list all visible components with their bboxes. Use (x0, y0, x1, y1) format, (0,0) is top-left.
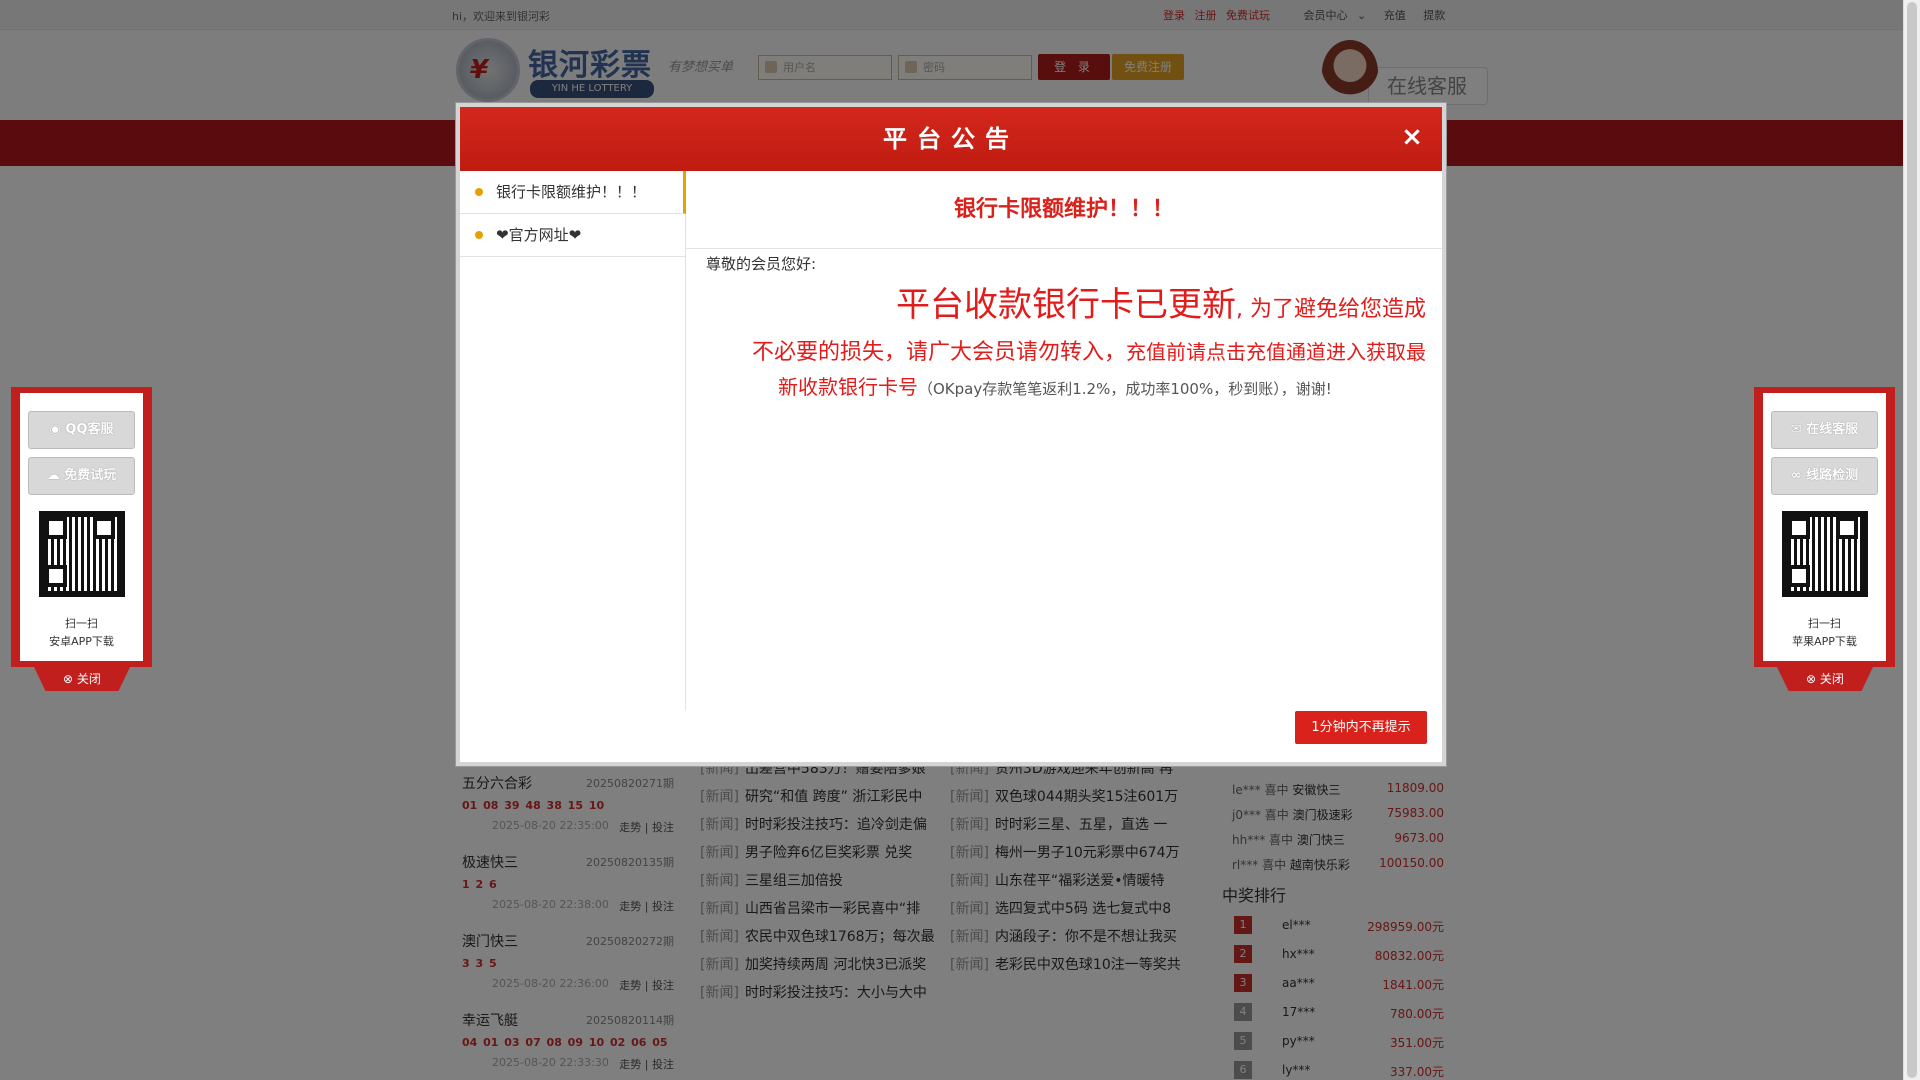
close-label: 关闭 (1819, 672, 1844, 686)
scan-label: 扫一扫 (65, 617, 98, 630)
announcement-item-label: ❤官方网址❤ (496, 226, 582, 244)
qq-service-label: QQ客服 (65, 422, 114, 437)
scan-label: 扫一扫 (1808, 617, 1841, 630)
scrollbar-thumb[interactable] (1907, 2, 1917, 1078)
android-download-label: 安卓APP下载 (49, 635, 114, 648)
line-check-button[interactable]: ∞ 线路检测 (1771, 457, 1878, 495)
qr-finder-pattern (1788, 517, 1810, 539)
close-icon: ⊗ (63, 672, 77, 686)
close-icon: ⊗ (1806, 672, 1820, 686)
highlight-text: 平台收款银行卡已更新 (896, 285, 1236, 325)
qq-icon: ◉ (49, 422, 66, 437)
announcement-greeting: 尊敬的会员您好: (706, 255, 817, 273)
announcement-list: 银行卡限额维护！！！ ❤官方网址❤ (460, 171, 686, 711)
bullet-icon (475, 231, 483, 239)
announcement-text: 充值前请点击充值通道进入获取最 (1126, 340, 1426, 364)
line-check-label: 线路检测 (1806, 468, 1859, 483)
free-trial-side-button[interactable]: ☁ 免费试玩 (28, 457, 135, 495)
right-panel-close[interactable]: ⊗ 关闭 (1777, 667, 1873, 691)
announcement-line-3: 新收款银行卡号（OKpay存款笔笔返利1.2%，成功率100%，秒到账），谢谢! (706, 374, 1426, 403)
announcement-text: 新收款银行卡号 (778, 375, 918, 399)
qr-finder-pattern (45, 565, 67, 587)
announcement-item-label: 银行卡限额维护！！！ (496, 183, 647, 201)
bonus-note: （OKpay存款笔笔返利1.2%，成功率100%，秒到账），谢谢! (918, 380, 1332, 398)
chat-icon: ✉ (1790, 422, 1807, 437)
announcement-modal: 平台公告 × 银行卡限额维护！！！ ❤官方网址❤ 银行卡限额维护！！！ 尊敬的会… (456, 103, 1446, 766)
qr-finder-pattern (45, 517, 67, 539)
online-service-side-button[interactable]: ✉ 在线客服 (1771, 411, 1878, 449)
dismiss-one-minute-button[interactable]: 1分钟内不再提示 (1295, 711, 1427, 744)
left-panel-close[interactable]: ⊗ 关闭 (34, 667, 130, 691)
vertical-scrollbar[interactable] (1903, 0, 1920, 1080)
announcement-body: 尊敬的会员您好: 平台收款银行卡已更新, 为了避免给您造成 不必要的损失，请广大… (706, 249, 1426, 403)
free-trial-label: 免费试玩 (64, 468, 117, 483)
announcement-text: , 为了避免给您造成 (1236, 297, 1426, 322)
ios-qr-code (1782, 511, 1868, 597)
announcement-line-2: 不必要的损失，请广大会员请勿转入，充值前请点击充值通道进入获取最 (706, 333, 1426, 374)
qr-finder-pattern (1788, 565, 1810, 587)
close-label: 关闭 (76, 672, 101, 686)
qr-finder-pattern (93, 517, 115, 539)
wechat-icon: ☁ (46, 468, 65, 483)
announcement-item[interactable]: 银行卡限额维护！！！ (460, 171, 686, 214)
left-side-panel: ◉ QQ客服 ☁ 免费试玩 扫一扫 安卓APP下载 (11, 387, 152, 667)
announcement-item[interactable]: ❤官方网址❤ (460, 214, 686, 257)
modal-title: 平台公告 (460, 107, 1442, 171)
android-qr-code (39, 511, 125, 597)
warning-text: 不必要的损失，请广大会员请勿转入， (751, 340, 1126, 365)
bullet-icon (475, 188, 483, 196)
qr-finder-pattern (1836, 517, 1858, 539)
close-icon[interactable]: × (1398, 123, 1426, 151)
right-side-panel: ✉ 在线客服 ∞ 线路检测 扫一扫 苹果APP下载 (1754, 387, 1895, 667)
announcement-line-1: 平台收款银行卡已更新, 为了避免给您造成 (706, 284, 1426, 333)
link-icon: ∞ (1790, 468, 1807, 483)
announcement-title: 银行卡限额维护！！！ (686, 171, 1442, 249)
ios-download-label: 苹果APP下载 (1792, 635, 1857, 648)
qq-service-button[interactable]: ◉ QQ客服 (28, 411, 135, 449)
online-service-label: 在线客服 (1806, 422, 1859, 437)
